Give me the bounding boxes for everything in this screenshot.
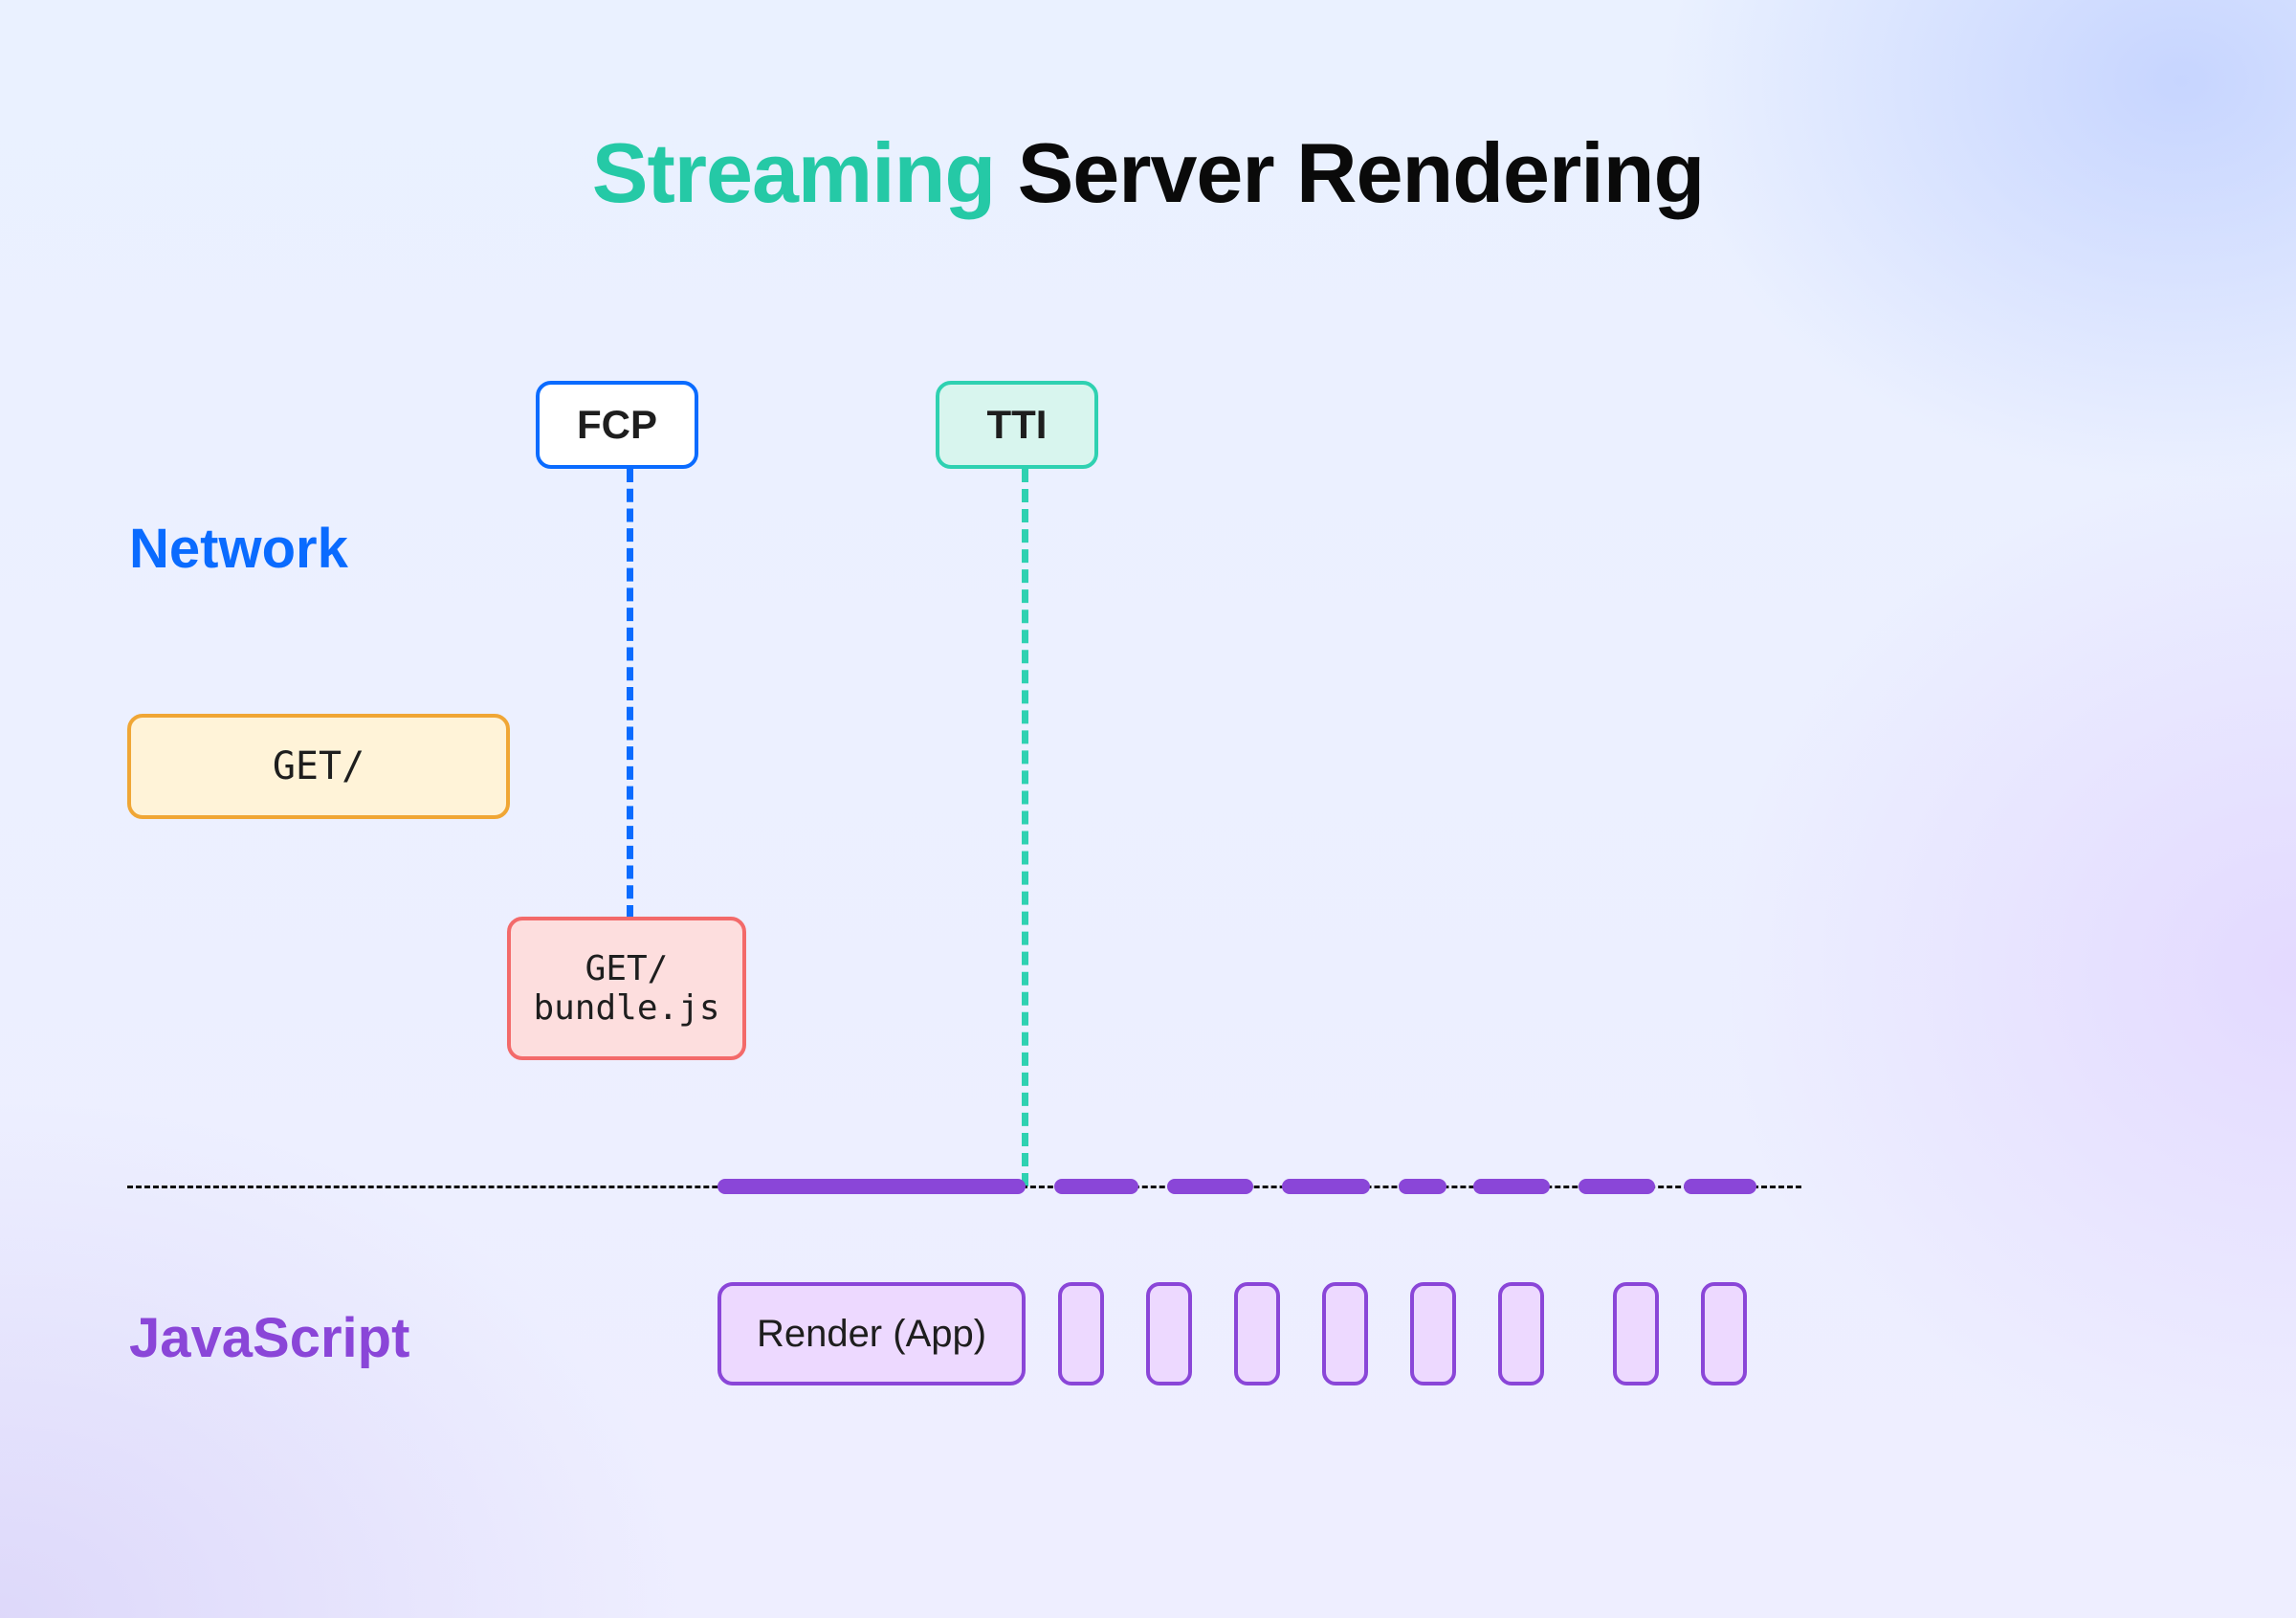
js-timeline-dash <box>1054 1179 1138 1194</box>
network-get-bundle-box: GET/ bundle.js <box>507 917 746 1060</box>
js-timeline-dash <box>1282 1179 1370 1194</box>
diagram-stage: Streaming Server Rendering Network JavaS… <box>0 0 2296 1618</box>
tti-guideline <box>1022 469 1028 1186</box>
javascript-section-label: JavaScript <box>129 1306 409 1370</box>
js-task-chip <box>1322 1282 1368 1385</box>
js-task-chip <box>1234 1282 1280 1385</box>
title-accent: Streaming <box>592 125 995 220</box>
network-section-label: Network <box>129 517 348 581</box>
js-timeline-dash <box>1167 1179 1253 1194</box>
js-task-chip <box>1498 1282 1544 1385</box>
js-timeline-dash <box>1399 1179 1446 1194</box>
js-task-chip <box>1701 1282 1747 1385</box>
js-timeline-dash <box>1684 1179 1756 1194</box>
js-task-chip <box>1410 1282 1456 1385</box>
js-task-chip <box>1613 1282 1659 1385</box>
title-rest: Server Rendering <box>995 125 1704 220</box>
diagram-title: Streaming Server Rendering <box>0 124 2296 222</box>
js-task-chip <box>1146 1282 1192 1385</box>
js-timeline-dash <box>1578 1179 1655 1194</box>
fcp-marker-box: FCP <box>536 381 698 469</box>
network-get-root-box: GET/ <box>127 714 510 819</box>
js-render-app-box: Render (App) <box>718 1282 1026 1385</box>
js-timeline-dash <box>1473 1179 1550 1194</box>
js-timeline-solid <box>718 1179 1026 1194</box>
js-task-chip <box>1058 1282 1104 1385</box>
fcp-guideline <box>627 469 633 919</box>
tti-marker-box: TTI <box>936 381 1098 469</box>
